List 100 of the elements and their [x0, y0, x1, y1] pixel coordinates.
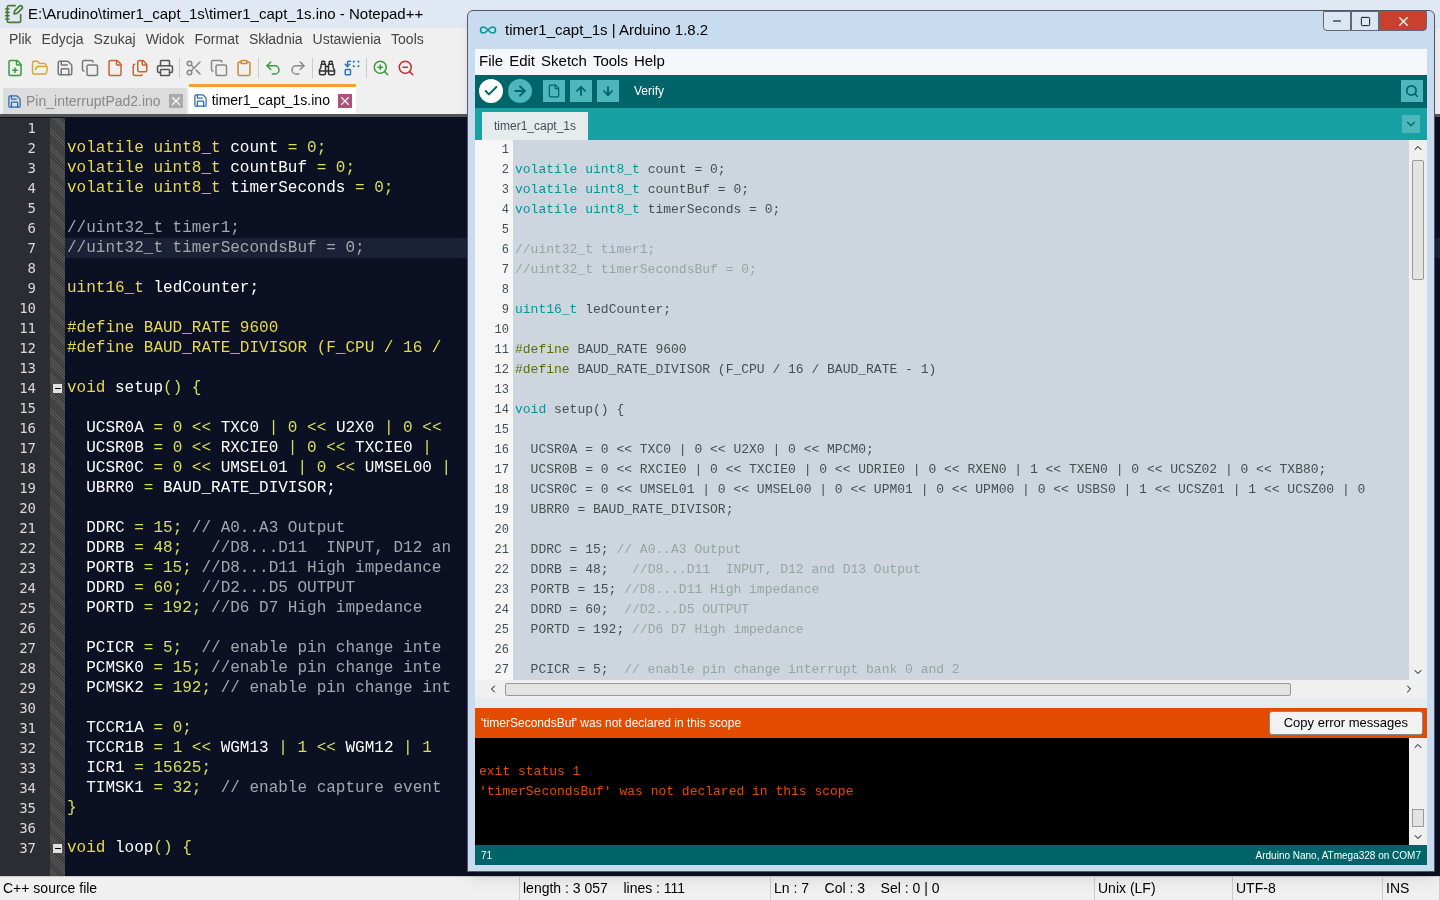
menu-item[interactable]: Plik [4, 28, 37, 50]
code-line: PORTB = 15; //D8...D11 High impedance [529, 582, 820, 598]
line-number: 24 [493, 602, 510, 620]
menu-item[interactable]: Ustawienia [307, 28, 387, 50]
code-line: //uint32_t timerSecondsBuf = 0; [515, 262, 757, 278]
toolbar-label: Verify [634, 83, 665, 101]
menu-item[interactable]: Edit [509, 50, 536, 73]
line-number: 3 [500, 182, 510, 200]
upload-button[interactable] [508, 79, 532, 104]
arrow-up-icon [574, 84, 588, 99]
code-line: DDRC = 15; // A0..A3 Output [529, 542, 742, 558]
file-icon [547, 84, 561, 99]
code-line: //uint32_t timer1; [515, 242, 656, 258]
line-number: 1 [26, 119, 37, 138]
line-number: 5 [500, 222, 510, 240]
line-number: 27 [493, 662, 510, 680]
file-tab[interactable]: timer1_capt_1s.ino [188, 84, 356, 114]
line-number: 13 [493, 382, 510, 400]
line-number: 18 [493, 482, 510, 500]
horizontal-scrollbar[interactable] [475, 680, 1427, 699]
vertical-scrollbar[interactable] [1409, 140, 1427, 681]
line-number: 9 [500, 302, 510, 320]
line-number: 37 [18, 839, 37, 858]
sketch-tab[interactable]: timer1_capt_1s [482, 112, 589, 141]
open-button[interactable] [570, 80, 592, 103]
window-title: E:\Arudino\timer1_capt_1s\timer1_capt_1s.ino - Notepad++ [28, 3, 424, 24]
line-number: 12 [18, 339, 37, 358]
fold-icon[interactable] [53, 843, 62, 853]
scroll-thumb[interactable] [1412, 160, 1424, 281]
code-line: uint16_t ledCounter; [67, 279, 260, 297]
menu-item[interactable]: Format [189, 28, 244, 50]
scroll-thumb[interactable] [1412, 809, 1424, 828]
line-number: 8 [500, 282, 510, 300]
line-number: 1 [500, 142, 510, 160]
line-number: 20 [18, 499, 37, 518]
file-icon [192, 93, 208, 108]
verify-button[interactable] [479, 79, 503, 104]
line-number: 16 [18, 419, 37, 438]
console-scrollbar[interactable] [1409, 737, 1427, 846]
new-button[interactable] [543, 80, 565, 103]
menu-item[interactable]: Szukaj [88, 28, 141, 50]
line-number: 19 [18, 479, 37, 498]
line-number: 32 [18, 739, 37, 758]
save-button[interactable] [597, 80, 619, 103]
line-number: 28 [18, 659, 37, 678]
line-status: 71 [481, 848, 493, 863]
tab-menu-button[interactable] [1402, 115, 1420, 134]
line-number: 23 [493, 582, 510, 600]
menu-item[interactable]: Sketch [541, 50, 587, 73]
line-number: 2 [500, 162, 510, 180]
code-line: void loop() { [67, 839, 192, 857]
line-number: 11 [18, 319, 37, 338]
menu-item[interactable]: Tools [386, 28, 429, 50]
line-number: 9 [26, 279, 37, 298]
fold-icon[interactable] [53, 383, 62, 393]
code-line: DDRB = 48; //D8...D11 INPUT, D12 an [85, 539, 452, 557]
maximize-icon [1359, 15, 1371, 27]
copy-icon[interactable] [208, 57, 230, 79]
code-line: void setup() { [67, 379, 202, 397]
menu-item[interactable]: Widok [140, 28, 190, 50]
line-number: 23 [18, 559, 37, 578]
pane-splitter[interactable] [475, 698, 1427, 709]
code-line: UCSR0A = 0 << TXC0 | 0 << U2X0 | 0 << [85, 419, 442, 437]
close-button[interactable] [1379, 11, 1427, 31]
menu-item[interactable]: Składnia [243, 28, 308, 50]
line-number: 4 [500, 202, 510, 220]
status-text: Ln : 7 Col : 3 Sel : 0 | 0 [774, 879, 940, 898]
maximize-button[interactable] [1351, 11, 1379, 31]
copy-error-button[interactable]: Copy error messages [1268, 710, 1423, 735]
code-line: } [67, 799, 77, 817]
minimize-button[interactable] [1323, 11, 1351, 31]
line-number: 33 [18, 759, 37, 778]
code-line: PCICR = 5; // enable pin change interrupt bank 0 and 2 [529, 662, 960, 678]
serial-monitor-button[interactable] [1401, 80, 1423, 103]
line-number: 17 [493, 462, 510, 480]
menu-item[interactable]: Tools [592, 50, 628, 73]
line-number: 24 [18, 579, 37, 598]
tab-label: timer1_capt_1s.ino [211, 91, 330, 110]
status-text: C++ source file [3, 879, 98, 898]
code-line: TIMSK1 = 32; // enable capture event [85, 779, 442, 797]
menu-item[interactable]: Edycja [36, 28, 89, 50]
line-number: 15 [18, 399, 37, 418]
line-number: 5 [26, 199, 37, 218]
line-number: 27 [18, 639, 37, 658]
close-icon[interactable] [337, 93, 352, 108]
arrow-down-icon [601, 84, 615, 99]
menu-item[interactable]: Help [633, 50, 665, 73]
save-all-icon[interactable] [79, 57, 101, 79]
line-number: 6 [500, 242, 510, 260]
close-icon[interactable] [168, 94, 183, 108]
code-line: PORTD = 192; //D6 D7 High impedance [85, 599, 423, 617]
scroll-thumb[interactable] [505, 682, 1291, 696]
code-line: #define BAUD_RATE 9600 [67, 319, 279, 337]
line-number: 7 [500, 262, 510, 280]
search-icon [1405, 84, 1419, 99]
code-line: ICR1 = 15625; [85, 759, 212, 777]
file-icon [7, 93, 22, 109]
code-line: DDRD = 60; //D2...D5 OUTPUT [529, 602, 750, 618]
menu-item[interactable]: File [479, 50, 504, 73]
printer-icon[interactable] [154, 57, 176, 79]
